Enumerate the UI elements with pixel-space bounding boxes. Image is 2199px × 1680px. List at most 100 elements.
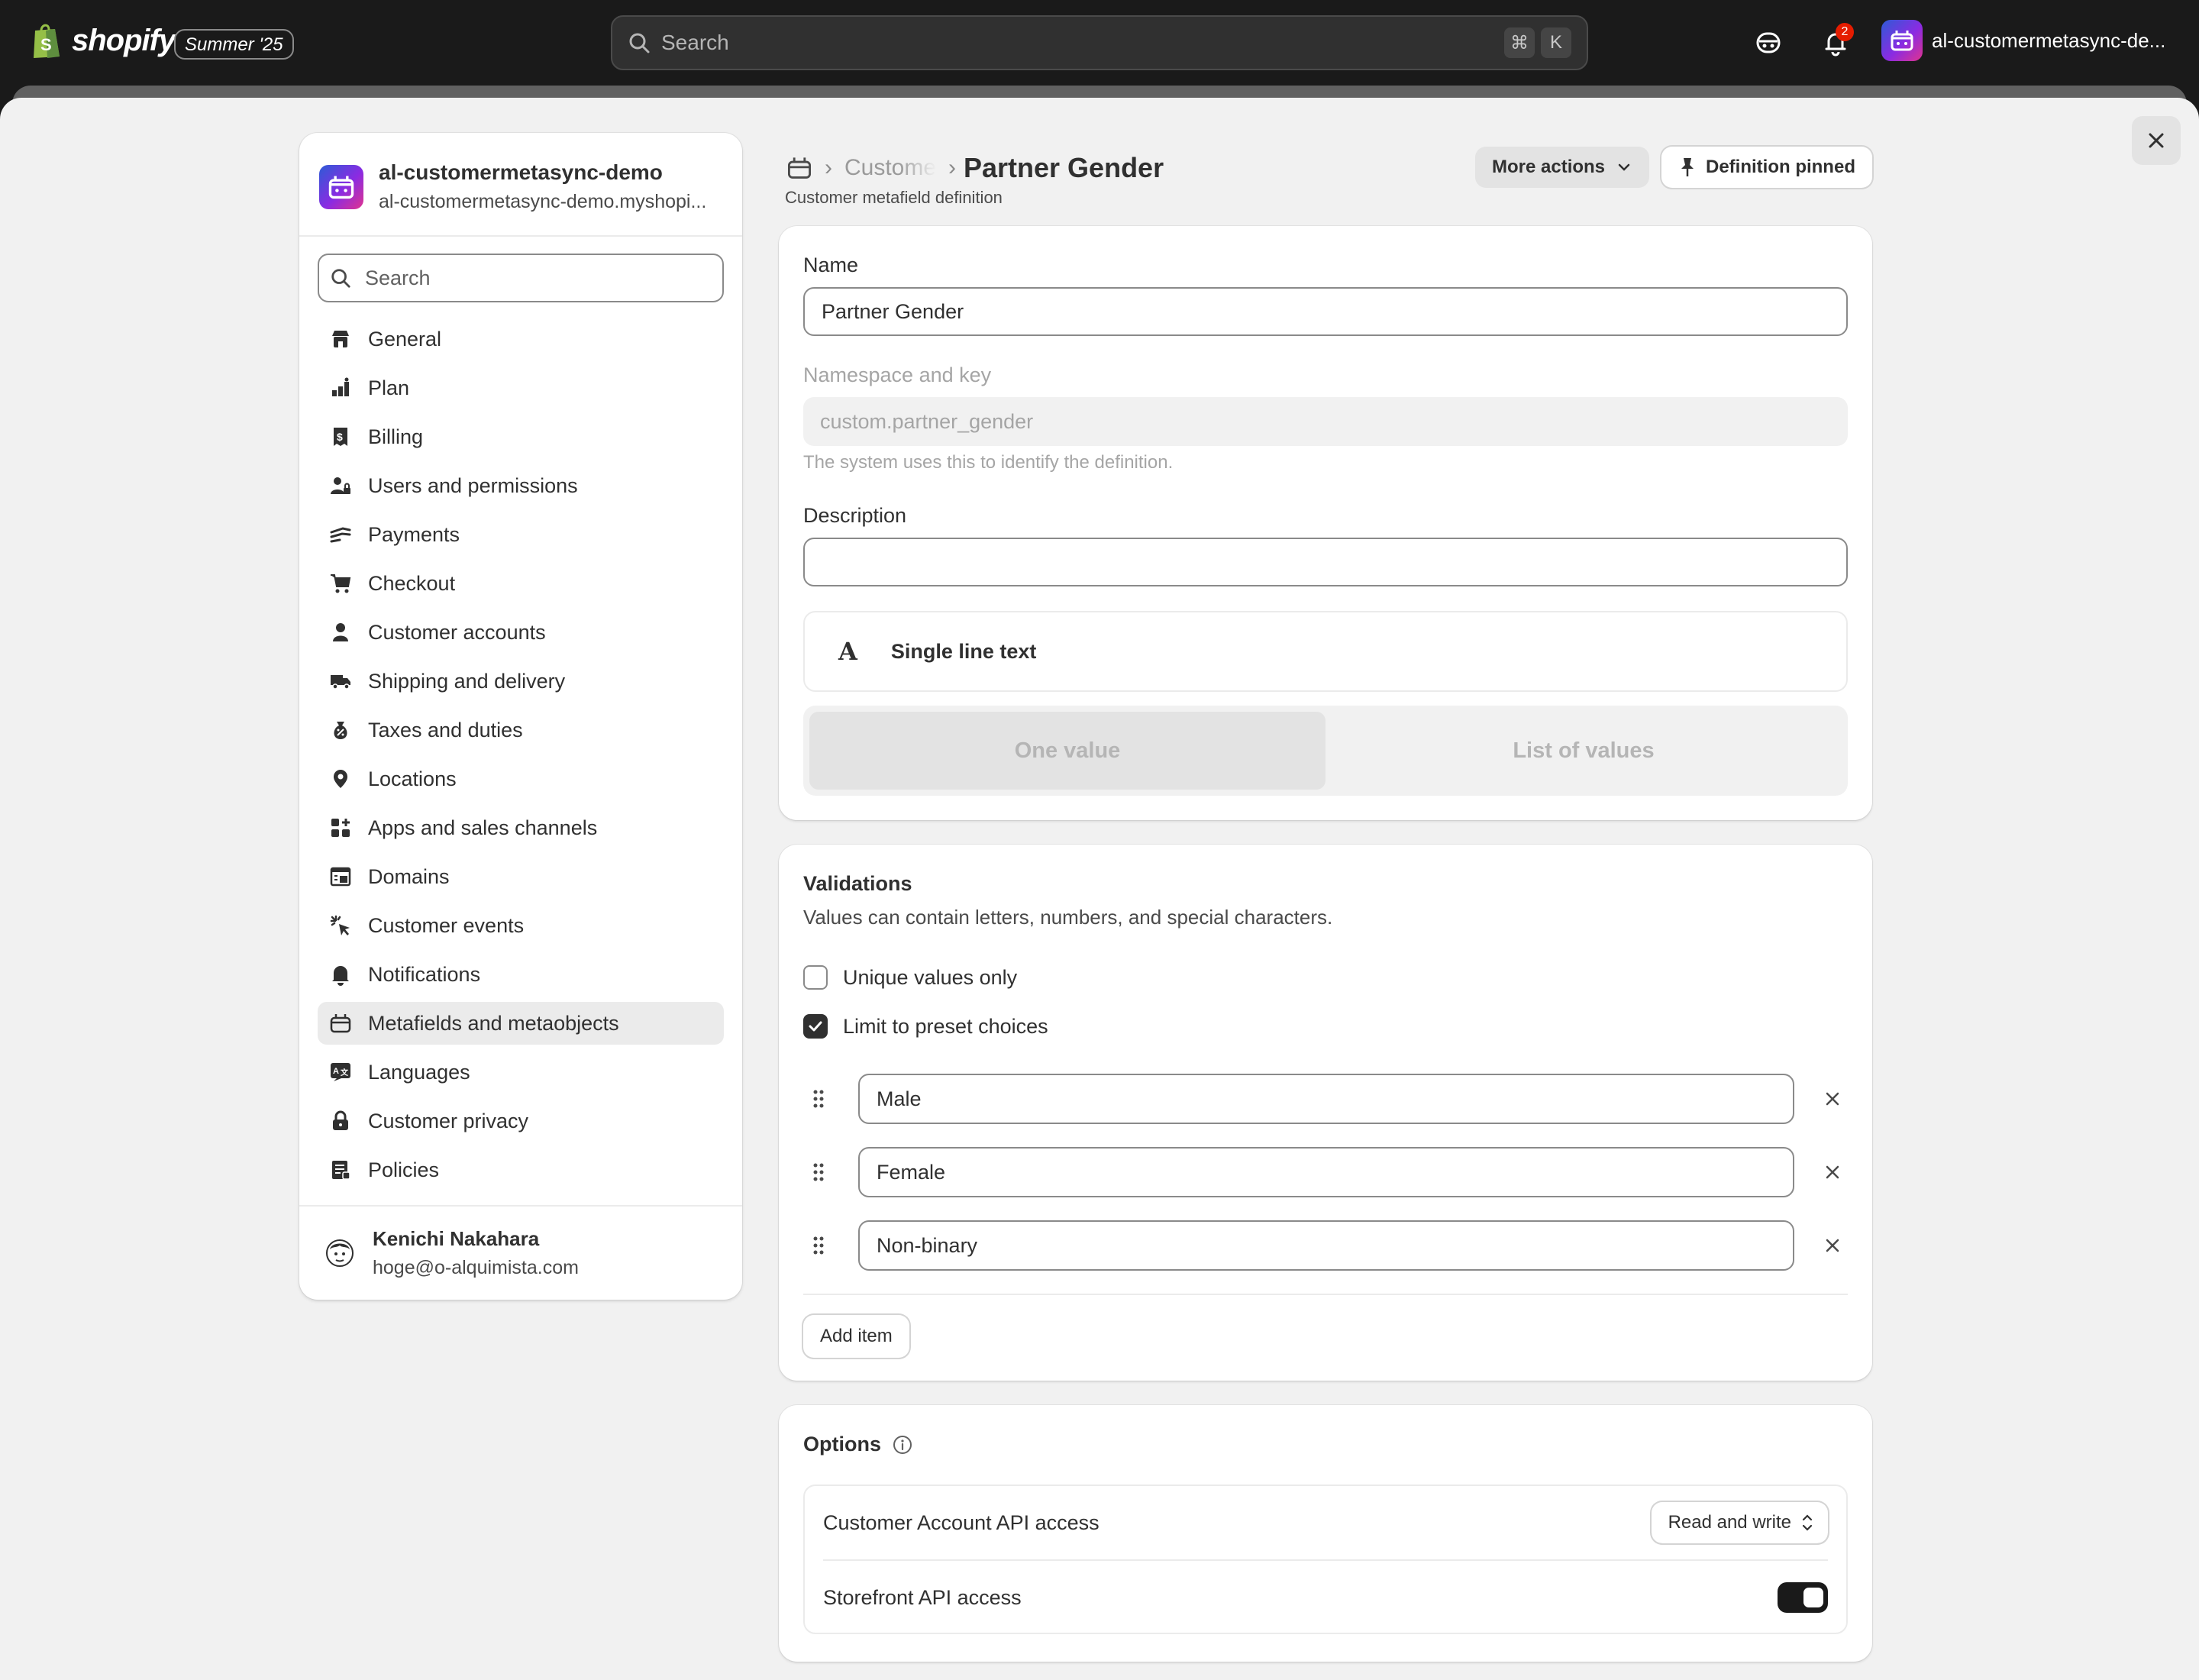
description-input[interactable]	[803, 538, 1848, 586]
metafield-breadcrumb-icon[interactable]	[786, 155, 812, 181]
more-actions-button[interactable]: More actions	[1475, 147, 1650, 188]
sidebar-item-shipping[interactable]: Shipping and delivery	[318, 660, 724, 703]
sidebar-item-label: Shipping and delivery	[368, 669, 566, 693]
sidebar-item-customer-events[interactable]: Customer events	[318, 904, 724, 947]
preset-choice-input[interactable]: Male	[858, 1074, 1794, 1124]
sidebar-item-label: Customer events	[368, 913, 525, 937]
global-search-bar[interactable]: Search ⌘ K	[611, 15, 1588, 70]
store-switcher[interactable]: al-customermetasync-de...	[1881, 20, 2165, 61]
receipt-dollar-icon: $	[327, 423, 354, 451]
storefront-api-toggle[interactable]	[1778, 1582, 1828, 1613]
storefront-api-label: Storefront API access	[823, 1585, 1022, 1609]
sidebar-item-customer-privacy[interactable]: Customer privacy	[318, 1100, 724, 1142]
definition-card: Name Partner Gender Namespace and key cu…	[779, 226, 1872, 820]
unique-values-checkbox[interactable]: Unique values only	[803, 965, 1017, 990]
settings-search-input[interactable]: Search	[318, 254, 724, 302]
avatar	[326, 1239, 354, 1267]
sidebar-item-label: Checkout	[368, 571, 456, 595]
pin-icon	[1681, 158, 1694, 176]
sidebar-item-payments[interactable]: Payments	[318, 513, 724, 556]
truck-icon	[327, 667, 354, 695]
sidebar-item-users[interactable]: Users and permissions	[318, 464, 724, 507]
drag-handle-icon[interactable]	[803, 1088, 834, 1110]
sidebar-item-customer-accounts[interactable]: Customer accounts	[318, 611, 724, 654]
add-item-button[interactable]: Add item	[803, 1315, 909, 1358]
sidebar-item-checkout[interactable]: Checkout	[318, 562, 724, 605]
shortcut-key-cmd: ⌘	[1504, 27, 1535, 58]
validations-description: Values can contain letters, numbers, and…	[803, 906, 1333, 929]
preset-choice-row: Female	[803, 1147, 1848, 1197]
sidebar-item-apps[interactable]: Apps and sales channels	[318, 806, 724, 849]
name-input[interactable]: Partner Gender	[803, 287, 1848, 336]
customer-api-select[interactable]: Read and write	[1652, 1502, 1828, 1543]
sidebar-store-header: al-customermetasync-demo al-customermeta…	[299, 133, 742, 237]
money-bag-icon	[327, 716, 354, 744]
edition-badge[interactable]: Summer '25	[174, 29, 294, 60]
chevron-down-icon	[1618, 163, 1630, 171]
remove-choice-icon[interactable]	[1817, 1157, 1848, 1187]
api-access-box: Customer Account API access Read and wri…	[803, 1485, 1848, 1634]
close-icon	[2149, 133, 2164, 148]
sidebar-item-billing[interactable]: $ Billing	[318, 415, 724, 458]
sidebar-item-label: Notifications	[368, 962, 481, 986]
breadcrumb-separator-icon: ›	[825, 155, 832, 180]
namespace-help-text: The system uses this to identify the def…	[803, 452, 1174, 473]
settings-nav: General Plan $ Billing Users and permiss…	[299, 318, 742, 1191]
sidebar-item-languages[interactable]: A文 Languages	[318, 1051, 724, 1094]
sidebar-item-taxes[interactable]: Taxes and duties	[318, 709, 724, 751]
options-card: Options Customer Account API access Read…	[779, 1405, 1872, 1662]
options-header: Options	[803, 1433, 913, 1456]
info-icon[interactable]	[892, 1434, 913, 1455]
sidebar-item-policies[interactable]: Policies	[318, 1149, 724, 1191]
store-avatar	[319, 165, 363, 209]
breadcrumb: › Customers › Partner Gender	[786, 150, 1164, 186]
apps-icon	[327, 814, 354, 842]
policy-icon	[327, 1156, 354, 1184]
sidebar-item-label: Plan	[368, 376, 410, 399]
svg-text:A: A	[333, 1067, 339, 1076]
list-of-values-option[interactable]: List of values	[1326, 712, 1842, 790]
translate-icon: A文	[327, 1058, 354, 1086]
sidebar-item-label: Locations	[368, 767, 457, 790]
remove-choice-icon[interactable]	[1817, 1230, 1848, 1261]
shopify-logo[interactable]: S shopify	[31, 21, 176, 60]
sidebar-user-footer[interactable]: Kenichi Nakahara hoge@o-alquimista.com	[299, 1205, 742, 1300]
location-pin-icon	[327, 765, 354, 793]
notification-count-badge: 2	[1836, 23, 1854, 41]
sidekick-button[interactable]	[1750, 24, 1787, 61]
namespace-label: Namespace and key	[803, 363, 992, 386]
options-title: Options	[803, 1433, 881, 1455]
checkbox-unchecked[interactable]	[803, 965, 828, 990]
remove-choice-icon[interactable]	[1817, 1084, 1848, 1114]
sidebar-item-metafields[interactable]: Metafields and metaobjects	[318, 1002, 724, 1045]
preset-choice-input[interactable]: Non-binary	[858, 1220, 1794, 1271]
type-name: Single line text	[890, 639, 1037, 663]
text-type-icon: A	[838, 637, 857, 666]
breadcrumb-parent-link[interactable]: Customers	[844, 155, 936, 181]
definition-pinned-button[interactable]: Definition pinned	[1661, 147, 1872, 188]
store-avatar	[1881, 20, 1923, 61]
sidebar-item-general[interactable]: General	[318, 318, 724, 360]
search-icon	[629, 33, 650, 53]
sidebar-item-plan[interactable]: Plan	[318, 367, 724, 409]
sidebar-item-domains[interactable]: Domains	[318, 855, 724, 898]
sidebar-item-label: Customer privacy	[368, 1109, 529, 1132]
one-value-option[interactable]: One value	[809, 712, 1326, 790]
checkbox-checked[interactable]	[803, 1014, 828, 1039]
page-title: Partner Gender	[964, 152, 1164, 183]
drag-handle-icon[interactable]	[803, 1161, 834, 1183]
store-logo-icon	[1891, 31, 1913, 51]
limit-preset-checkbox[interactable]: Limit to preset choices	[803, 1014, 1048, 1039]
type-selector[interactable]: A Single line text	[803, 611, 1848, 692]
sidebar-item-locations[interactable]: Locations	[318, 758, 724, 800]
checkmark-icon	[809, 1021, 822, 1032]
drag-handle-icon[interactable]	[803, 1235, 834, 1256]
breadcrumb-separator-icon: ›	[948, 155, 956, 180]
preset-choice-input[interactable]: Female	[858, 1147, 1794, 1197]
bell-icon	[327, 961, 354, 988]
close-settings-button[interactable]	[2132, 116, 2181, 165]
definition-pinned-label: Definition pinned	[1706, 157, 1855, 177]
sidebar-item-label: Policies	[368, 1158, 440, 1181]
person-lock-icon	[327, 472, 354, 499]
sidebar-item-notifications[interactable]: Notifications	[318, 953, 724, 996]
